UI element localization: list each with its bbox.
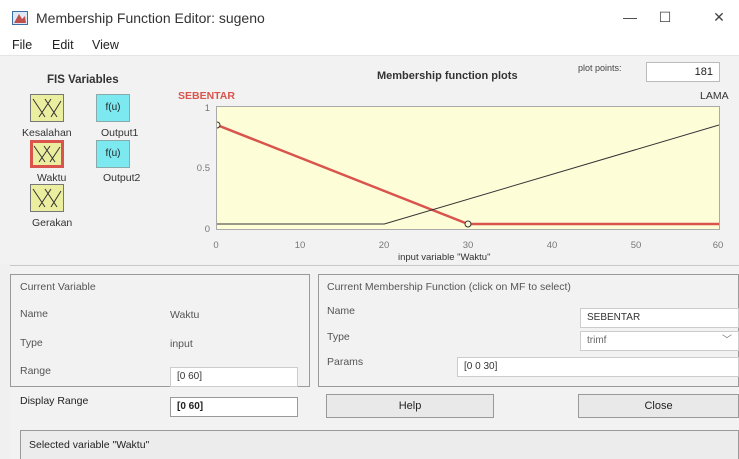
- label-waktu: Waktu: [37, 172, 67, 184]
- lower-panel: Current Variable Name Waktu Type input R…: [10, 265, 739, 459]
- mf-label-lama[interactable]: LAMA: [700, 90, 729, 102]
- membership-plot-svg: [213, 121, 720, 228]
- output-variable-output2[interactable]: f(u): [96, 140, 130, 168]
- menu-edit[interactable]: Edit: [52, 38, 74, 52]
- title-bar: Membership Function Editor: sugeno — ☐ ✕: [0, 0, 739, 32]
- mf-curve-lama[interactable]: [217, 124, 720, 225]
- chevron-down-icon: ﹀: [722, 335, 732, 346]
- x-tick-0: 0: [213, 240, 219, 251]
- maximize-button[interactable]: ☐: [645, 6, 685, 28]
- mf-vertex-handle-1[interactable]: [464, 220, 472, 228]
- mf-name-input[interactable]: SEBENTAR: [580, 308, 739, 328]
- mf-label-sebentar[interactable]: SEBENTAR: [178, 90, 235, 102]
- close-button[interactable]: Close: [578, 394, 739, 418]
- y-tick-1: 1: [204, 103, 210, 114]
- cv-type-label: Type: [20, 337, 43, 349]
- status-bar: Selected variable "Waktu": [20, 430, 739, 459]
- plot-points-input[interactable]: 181: [646, 62, 720, 82]
- menu-bar: File Edit View: [0, 32, 739, 56]
- close-window-button[interactable]: ✕: [699, 6, 739, 28]
- label-output1: Output1: [101, 127, 139, 139]
- x-tick-20: 20: [378, 240, 390, 251]
- y-tick-0: 0: [204, 224, 210, 235]
- mf-params-input[interactable]: [0 0 30]: [457, 357, 739, 377]
- plot-points-label: plot points:: [578, 63, 622, 73]
- x-tick-10: 10: [294, 240, 306, 251]
- x-tick-60: 60: [712, 240, 724, 251]
- mf-type-value: trimf: [587, 335, 607, 346]
- label-gerakan: Gerakan: [32, 217, 73, 229]
- mf-type-select[interactable]: trimf ﹀: [580, 331, 739, 351]
- current-variable-header: Current Variable: [20, 281, 96, 293]
- mf-type-label: Type: [327, 331, 350, 343]
- menu-file[interactable]: File: [12, 38, 32, 52]
- label-output2: Output2: [103, 172, 141, 184]
- x-tick-50: 50: [630, 240, 642, 251]
- minimize-button[interactable]: —: [610, 6, 650, 28]
- x-axis-label: input variable "Waktu": [398, 252, 491, 263]
- y-tick-0-5: 0.5: [196, 163, 210, 174]
- cv-name-label: Name: [20, 308, 49, 320]
- input-variable-kesalahan[interactable]: [30, 94, 64, 122]
- help-button[interactable]: Help: [326, 394, 494, 418]
- membership-plot[interactable]: [213, 106, 720, 230]
- fis-variables-title: FIS Variables: [47, 74, 119, 86]
- menu-view[interactable]: View: [92, 38, 119, 52]
- window-title: Membership Function Editor: sugeno: [36, 10, 265, 26]
- label-kesalahan: Kesalahan: [22, 127, 72, 139]
- cv-range-label: Range: [20, 365, 51, 377]
- range-input[interactable]: [0 60]: [170, 367, 298, 387]
- x-tick-30: 30: [462, 240, 474, 251]
- cv-type-value: input: [170, 338, 193, 350]
- mf-vertex-handle-0[interactable]: [213, 121, 221, 129]
- cv-display-range-label: Display Range: [20, 395, 89, 407]
- cv-name-value: Waktu: [170, 309, 200, 321]
- x-tick-40: 40: [546, 240, 558, 251]
- mf-params-label: Params: [327, 356, 364, 368]
- status-text: Selected variable "Waktu": [29, 439, 150, 451]
- output-variable-output1[interactable]: f(u): [96, 94, 130, 122]
- mf-name-label: Name: [327, 305, 356, 317]
- plot-title: Membership function plots: [377, 70, 518, 82]
- matlab-app-icon: [12, 11, 28, 25]
- upper-panel: FIS Variables f(u) Kesalahan Output1 f(u…: [0, 56, 739, 264]
- display-range-input[interactable]: [0 60]: [170, 397, 298, 417]
- input-variable-waktu[interactable]: [30, 140, 64, 168]
- mf-curve-sebentar[interactable]: [216, 123, 719, 226]
- current-mf-header: Current Membership Function (click on MF…: [327, 281, 571, 293]
- input-variable-gerakan[interactable]: [30, 184, 64, 212]
